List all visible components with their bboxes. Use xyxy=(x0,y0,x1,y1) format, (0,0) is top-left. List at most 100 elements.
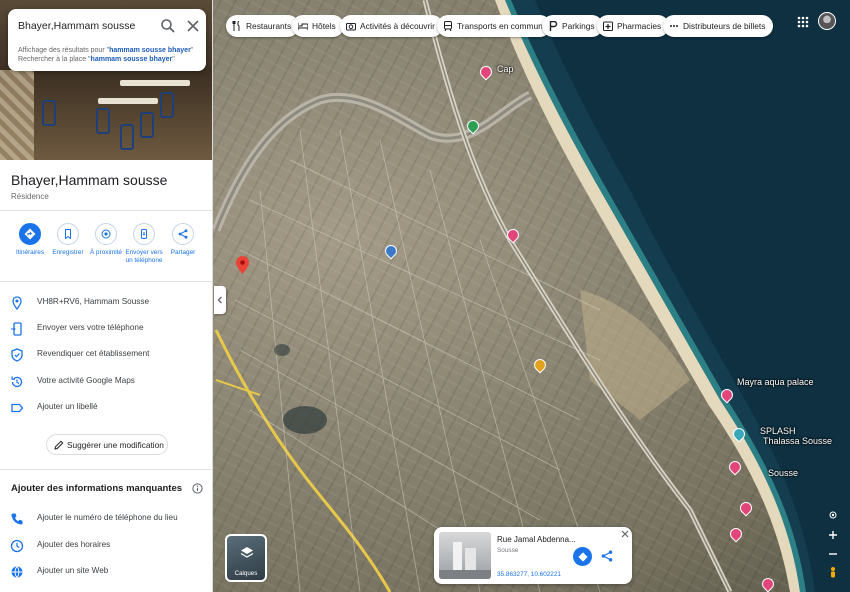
share-icon xyxy=(178,229,188,239)
add-website-row[interactable]: Ajouter un site Web xyxy=(0,561,212,583)
close-icon[interactable] xyxy=(186,19,200,33)
pharmacy-icon xyxy=(603,21,613,31)
transit-icon xyxy=(444,21,452,31)
place-title: Bhayer,Hammam sousse xyxy=(11,172,168,188)
search-input[interactable] xyxy=(18,18,158,34)
share-icon[interactable] xyxy=(601,550,613,562)
info-icon[interactable] xyxy=(192,483,203,494)
chip-parkings[interactable]: Parkings xyxy=(542,15,603,37)
action-label: Partager xyxy=(170,249,196,256)
maps-activity-row[interactable]: Votre activité Google Maps xyxy=(0,371,212,393)
map-label-cap: Cap xyxy=(497,64,514,74)
phone-icon xyxy=(11,513,23,525)
nearby-icon xyxy=(101,229,111,239)
chip-atm[interactable]: Distributeurs de billets xyxy=(663,15,774,37)
close-icon[interactable] xyxy=(621,530,629,538)
card-coordinates[interactable]: 35.863277, 10.602221 xyxy=(497,571,561,578)
claim-business-row[interactable]: Revendiquer cet établissement xyxy=(0,344,212,366)
pegman-icon[interactable] xyxy=(826,566,840,580)
label-icon xyxy=(11,403,24,413)
map-label-splash: SPLASH xyxy=(760,426,796,436)
chip-hotels[interactable]: Hôtels xyxy=(292,15,344,37)
chip-label: Restaurants xyxy=(246,21,292,31)
camera-icon xyxy=(346,23,356,31)
claim-business-text: Revendiquer cet établissement xyxy=(37,349,150,358)
action-label: À proximité xyxy=(90,249,122,256)
send-to-phone-icon xyxy=(141,229,147,239)
add-phone-text: Ajouter le numéro de téléphone du lieu xyxy=(37,513,178,522)
suggest-edit-label: Suggérer une modification xyxy=(67,440,164,450)
parking-icon xyxy=(549,21,558,31)
clock-icon xyxy=(10,539,24,553)
chip-transit[interactable]: Transports en commun xyxy=(437,15,551,37)
action-label: Enregistrer xyxy=(52,249,84,256)
add-label-text: Ajouter un libellé xyxy=(37,402,98,411)
hotel-icon xyxy=(298,23,308,30)
layers-label: Calques xyxy=(234,570,258,577)
send-phone-row[interactable]: Envoyer vers votre téléphone xyxy=(0,318,212,340)
collapse-panel-button[interactable] xyxy=(214,286,226,314)
share-button[interactable]: Partager xyxy=(163,223,203,257)
send-phone-text: Envoyer vers votre téléphone xyxy=(37,323,144,332)
add-website-text: Ajouter un site Web xyxy=(37,566,109,575)
selected-place-pin-icon[interactable] xyxy=(236,256,249,274)
apps-grid-icon[interactable] xyxy=(797,16,809,28)
chip-restaurants[interactable]: Restaurants xyxy=(226,15,300,37)
directions-icon xyxy=(577,551,588,562)
atm-icon xyxy=(670,25,678,27)
add-hours-row[interactable]: Ajouter des horaires xyxy=(0,535,212,557)
chip-label: Distributeurs de billets xyxy=(683,21,766,31)
card-directions-button[interactable] xyxy=(573,547,592,566)
chip-label: Hôtels xyxy=(312,21,336,31)
place-actions: Itinéraires Enregistrer À proximité Envo… xyxy=(0,223,212,279)
directions-icon xyxy=(24,228,36,240)
address-row[interactable]: VH8R+RV6, Hammam Sousse xyxy=(0,292,212,314)
map-label-aqua-palace: Mayra aqua palace xyxy=(737,377,814,387)
card-title: Rue Jamal Abdenna... xyxy=(497,535,576,544)
map-label-sousse: Sousse xyxy=(768,468,799,478)
history-icon xyxy=(11,376,23,388)
zoom-out-icon[interactable] xyxy=(826,547,840,561)
send-to-phone-button[interactable]: Envoyer vers un téléphone xyxy=(124,223,164,265)
add-label-row[interactable]: Ajouter un libellé xyxy=(0,397,212,419)
action-label: Envoyer vers un téléphone xyxy=(125,249,163,264)
chip-label: Pharmacies xyxy=(617,21,662,31)
place-category[interactable]: Résidence xyxy=(11,192,49,201)
globe-icon xyxy=(11,566,23,578)
missing-info-heading: Ajouter des informations manquantes xyxy=(11,483,183,494)
suggest-edit-button[interactable]: Suggérer une modification xyxy=(46,434,168,455)
bookmark-icon xyxy=(65,229,71,239)
zoom-in-icon[interactable] xyxy=(826,528,840,542)
place-side-panel: Affichage des résultats pour "hammam sou… xyxy=(0,0,213,592)
pencil-icon xyxy=(54,440,64,450)
restaurant-icon xyxy=(232,21,240,31)
search-hint-instead[interactable]: Rechercher à la place "hammam sousse bha… xyxy=(18,56,175,63)
chip-pharmacies[interactable]: Pharmacies xyxy=(597,15,670,37)
card-city: Sousse xyxy=(497,547,519,554)
action-label: Itinéraires xyxy=(15,249,45,256)
search-box: Affichage des résultats pour "hammam sou… xyxy=(8,9,206,71)
chip-activities[interactable]: Activités à découvrir xyxy=(340,15,443,37)
chip-label: Transports en commun xyxy=(457,21,543,31)
chevron-left-icon xyxy=(217,296,222,304)
location-pin-icon xyxy=(12,296,22,310)
add-hours-text: Ajouter des horaires xyxy=(37,540,111,549)
my-location-icon[interactable] xyxy=(826,508,840,522)
search-icon[interactable] xyxy=(160,18,176,34)
chip-label: Activités à découvrir xyxy=(360,21,435,31)
save-button[interactable]: Enregistrer xyxy=(48,223,88,257)
directions-button[interactable]: Itinéraires xyxy=(10,223,50,257)
map-label-thalassa: Thalassa Sousse xyxy=(763,436,833,446)
street-view-thumbnail[interactable] xyxy=(439,532,491,579)
layers-button[interactable]: Calques xyxy=(225,534,267,582)
verified-shield-icon xyxy=(11,348,23,362)
phone-send-icon xyxy=(11,322,22,336)
account-avatar[interactable] xyxy=(818,12,836,30)
nearby-button[interactable]: À proximité xyxy=(86,223,126,257)
layers-icon xyxy=(240,547,254,558)
add-phone-row[interactable]: Ajouter le numéro de téléphone du lieu xyxy=(0,508,212,530)
maps-activity-text: Votre activité Google Maps xyxy=(37,376,135,385)
location-card[interactable]: Rue Jamal Abdenna... Sousse 35.863277, 1… xyxy=(434,527,632,584)
address-text: VH8R+RV6, Hammam Sousse xyxy=(37,297,150,306)
search-hint-results: Affichage des résultats pour "hammam sou… xyxy=(18,47,194,54)
